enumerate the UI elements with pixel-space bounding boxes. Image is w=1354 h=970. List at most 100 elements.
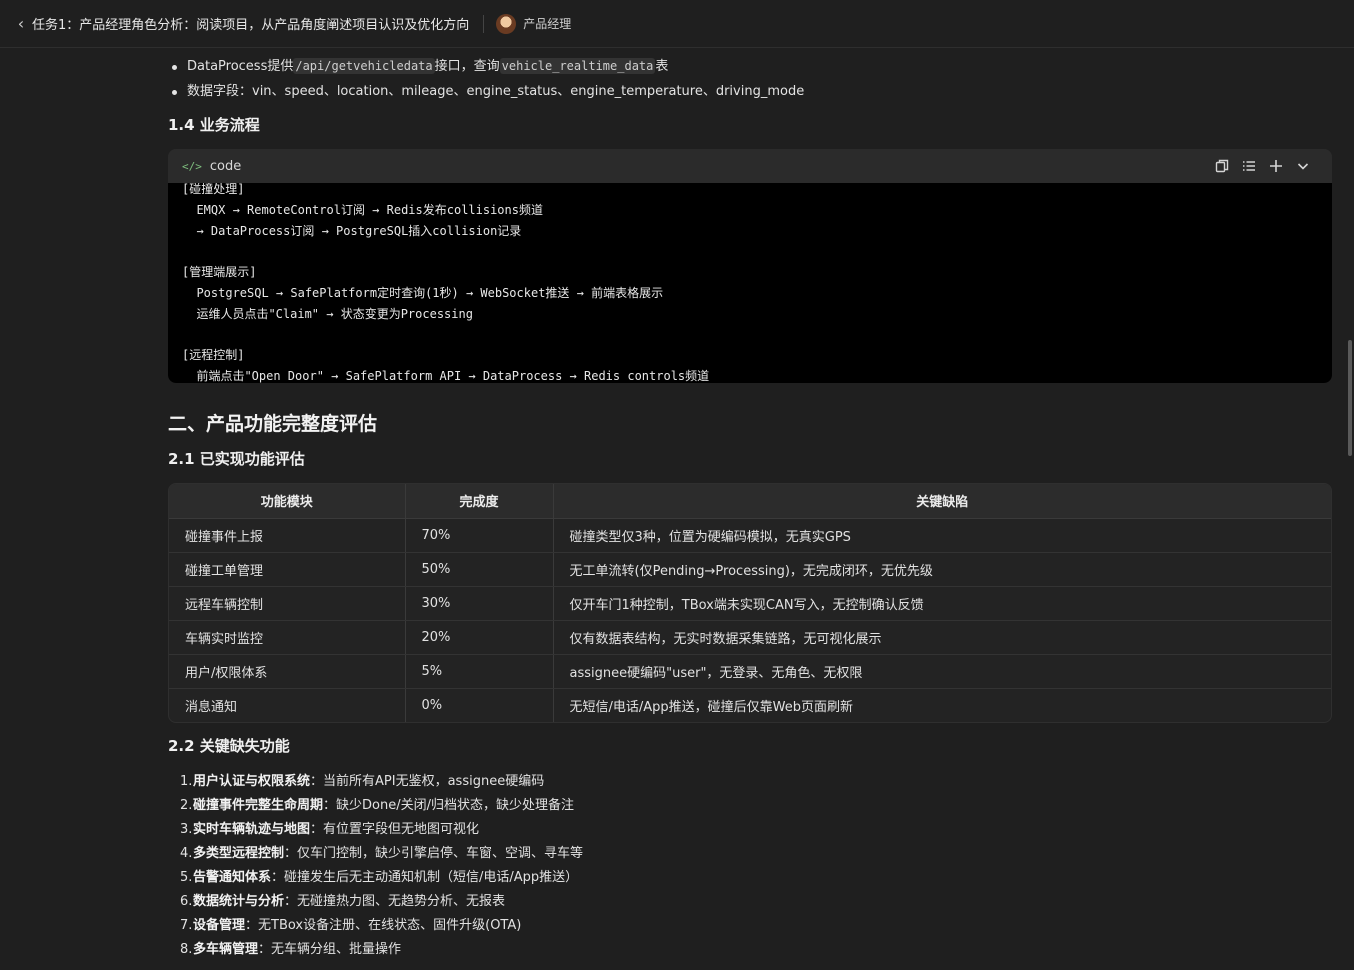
table-cell: 消息通知	[169, 688, 406, 722]
table-cell: 仅开车门1种控制，TBox端未实现CAN写入，无控制确认反馈	[553, 586, 1331, 621]
list-number: 1.	[180, 774, 193, 789]
table-row: 车辆实时监控 20% 仅有数据表结构，无实时数据采集链路，无可视化展示	[169, 620, 1331, 655]
code-line: → DataProcess订阅 → PostgreSQL插入collision记…	[182, 223, 522, 238]
inline-code: /api/getvehicledata	[293, 58, 435, 74]
back-arrow-icon[interactable]: ‹	[12, 12, 30, 36]
table-cell: 车辆实时监控	[169, 620, 406, 655]
code-body: [碰撞处理] EMQX → RemoteControl订阅 → Redis发布c…	[168, 183, 1332, 383]
list-item-bold: 碰撞事件完整生命周期	[193, 798, 324, 813]
code-line: [碰撞处理]	[182, 183, 245, 196]
list-item-bold: 多车辆管理	[193, 942, 259, 957]
table-cell: 30%	[405, 586, 554, 621]
list-item-text: 数据字段：vin、speed、location、mileage、engine_s…	[187, 84, 805, 99]
list-item-text: ：无碰撞热力图、无趋势分析、无报表	[284, 894, 506, 909]
table-cell: 远程车辆控制	[169, 586, 406, 621]
list-item-text: ：无车辆分组、批量操作	[258, 942, 402, 957]
section-heading: 2.1 已实现功能评估	[168, 450, 305, 468]
table-row: 远程车辆控制 30% 仅开车门1种控制，TBox端未实现CAN写入，无控制确认反…	[169, 586, 1331, 621]
table-cell: 碰撞工单管理	[169, 552, 406, 587]
scrollbar-thumb[interactable]	[1348, 340, 1352, 456]
list-item: 数据字段：vin、speed、location、mileage、engine_s…	[168, 79, 1332, 104]
table-cell: 无短信/电话/App推送，碰撞后仅靠Web页面刷新	[569, 699, 854, 715]
list-item: 3.实时车辆轨迹与地图：有位置字段但无地图可视化	[168, 818, 583, 842]
code-actions	[1208, 156, 1332, 176]
list-item: DataProcess提供/api/getvehicledata 接口，查询 veh…	[168, 54, 1332, 79]
table-header-cell: 完成度	[405, 484, 554, 519]
scrollbar[interactable]	[1346, 48, 1354, 970]
list-item-text: ：仅车门控制，缺少引擎启停、车窗、空调、寻车等	[284, 846, 584, 861]
chevron-down-icon[interactable]	[1289, 156, 1316, 176]
list-item: 6.数据统计与分析：无碰撞热力图、无趋势分析、无报表	[168, 890, 583, 914]
list-item: 7.设备管理：无TBox设备注册、在线状态、固件升级(OTA)	[168, 914, 583, 938]
task-title: 任务1：产品经理角色分析：阅读项目，从产品角度阐述项目认识及优化方向	[32, 18, 470, 33]
code-block-header: </> code	[168, 149, 1332, 183]
code-line: PostgreSQL → SafePlatform定时查询(1秒) → WebS…	[182, 285, 664, 300]
header-divider	[483, 14, 485, 33]
role-name[interactable]: 产品经理	[523, 15, 571, 32]
list-icon[interactable]	[1235, 156, 1262, 176]
code-line: EMQX → RemoteControl订阅 → Redis发布collisio…	[182, 202, 543, 217]
missing-features-list: 1.用户认证与权限系统：当前所有API无鉴权，assignee硬编码 2.碰撞事…	[168, 770, 583, 962]
list-item: 8.多车辆管理：无车辆分组、批量操作	[168, 938, 583, 962]
list-item-bold: 用户认证与权限系统	[193, 774, 311, 789]
code-line: [管理端展示]	[182, 265, 257, 280]
list-number: 7.	[180, 918, 193, 933]
list-number: 6.	[180, 894, 193, 909]
table-cell: 无工单流转(仅Pending→Processing)，无完成闭环，无优先级	[553, 552, 1331, 587]
top-bar: ‹ 任务1：产品经理角色分析：阅读项目，从产品角度阐述项目认识及优化方向 产品经…	[0, 0, 1354, 48]
section-heading: 2.2 关键缺失功能	[168, 737, 290, 755]
code-line: 运维人员点击"Claim" → 状态变更为Processing	[182, 306, 473, 321]
list-item-bold: 告警通知体系	[193, 870, 272, 885]
list-number: 8.	[180, 942, 193, 957]
table-cell: 碰撞类型仅3种，位置为硬编码模拟，无真实GPS	[553, 518, 1331, 553]
code-icon: </>	[182, 159, 202, 173]
inline-code: vehicle_realtime_data	[499, 58, 656, 74]
table-header-cell: 关键缺陷	[553, 484, 1331, 519]
list-item-text: 接口，查询	[434, 59, 500, 74]
list-item-bold: 数据统计与分析	[193, 894, 285, 909]
table-cell: 20%	[405, 620, 554, 655]
list-item-text: 表	[655, 59, 669, 74]
table-cell: 70%	[405, 518, 554, 553]
list-item-text: ：无TBox设备注册、在线状态、固件升级(OTA)	[245, 918, 522, 933]
code-line: 前端点击"Open Door" → SafePlatform API → Dat…	[182, 369, 710, 383]
list-number: 5.	[180, 870, 193, 885]
list-number: 3.	[180, 822, 193, 837]
list-item: 4.多类型远程控制：仅车门控制，缺少引擎启停、车窗、空调、寻车等	[168, 842, 583, 866]
table-cell: 碰撞事件上报	[169, 518, 406, 553]
copy-icon[interactable]	[1208, 156, 1235, 176]
section-heading: 1.4 业务流程	[168, 116, 260, 134]
table-header-cell: 功能模块	[169, 484, 406, 519]
table-row: 碰撞事件上报 70% 碰撞类型仅3种，位置为硬编码模拟，无真实GPS	[169, 518, 1331, 553]
table-row: 消息通知 0% 无短信/电话/App推送，碰撞后仅靠Web页面刷新	[169, 688, 1331, 722]
list-number: 4.	[180, 846, 193, 861]
list-item-bold: 实时车辆轨迹与地图	[193, 822, 311, 837]
list-item-bold: 设备管理	[193, 918, 246, 933]
table-row: 碰撞工单管理 50% 无工单流转(仅Pending→Processing)，无完…	[169, 552, 1331, 587]
table-cell: assignee硬编码"user"，无登录、无角色、无权限	[553, 654, 1331, 689]
table-cell: 仅有数据表结构，无实时数据采集链路，无可视化展示	[553, 620, 1331, 655]
table-cell: 用户/权限体系	[169, 654, 406, 689]
list-item-bold: 多类型远程控制	[193, 846, 285, 861]
code-line: [远程控制]	[182, 348, 245, 363]
bullet-list: DataProcess提供/api/getvehicledata 接口，查询 veh…	[168, 54, 1332, 104]
list-item-text: ：当前所有API无鉴权，assignee硬编码	[310, 774, 545, 789]
table-row: 用户/权限体系 5% assignee硬编码"user"，无登录、无角色、无权限	[169, 654, 1331, 689]
list-item: 1.用户认证与权限系统：当前所有API无鉴权，assignee硬编码	[168, 770, 583, 794]
list-item-text: ：缺少Done/关闭/归档状态，缺少处理备注	[323, 798, 574, 813]
list-item: 2.碰撞事件完整生命周期：缺少Done/关闭/归档状态，缺少处理备注	[168, 794, 583, 818]
avatar[interactable]	[496, 13, 517, 34]
table-cell: 5%	[405, 654, 554, 689]
code-block: </> code [碰撞处理] EMQX → RemoteControl订阅 →	[168, 149, 1332, 383]
list-item-text: ：有位置字段但无地图可视化	[310, 822, 480, 837]
list-item: 5.告警通知体系：碰撞发生后无主动通知机制（短信/电话/App推送）	[168, 866, 583, 890]
table-cell: 0%	[405, 688, 554, 722]
plus-icon[interactable]	[1262, 156, 1289, 176]
feature-table: 功能模块 完成度 关键缺陷 碰撞事件上报 70% 碰撞类型仅3种，位置为硬编码模…	[168, 483, 1332, 723]
list-item-text: ：碰撞发生后无主动通知机制（短信/电话/App推送）	[271, 870, 579, 885]
table-cell: 50%	[405, 552, 554, 587]
table-header-row: 功能模块 完成度 关键缺陷	[169, 484, 1331, 519]
list-item-text: DataProcess提供	[187, 59, 294, 74]
